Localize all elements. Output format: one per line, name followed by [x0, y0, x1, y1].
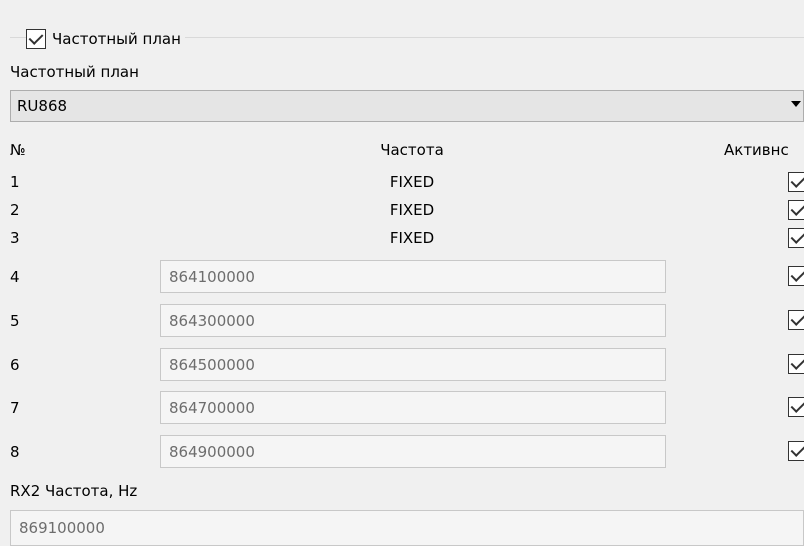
col-header-frequency: Частота — [380, 141, 444, 159]
row-num: 7 — [10, 399, 20, 417]
frequency-input[interactable]: 864300000 — [160, 304, 666, 337]
rx2-label: RX2 Частота, Hz — [10, 482, 138, 500]
rx2-frequency-input[interactable]: 869100000 — [10, 510, 804, 546]
plan-select[interactable]: RU868 — [10, 90, 804, 122]
row-frequency-fixed: FIXED — [389, 173, 435, 191]
row-frequency-fixed: FIXED — [389, 201, 435, 219]
frequency-input[interactable]: 864100000 — [160, 260, 666, 293]
row-active-checkbox[interactable] — [788, 228, 804, 248]
plan-select-value: RU868 — [17, 97, 68, 115]
frequency-plan-group-label: Частотный план — [52, 30, 181, 48]
row-num: 1 — [10, 173, 20, 191]
col-header-active: Активнс — [724, 141, 789, 159]
frequency-input[interactable]: 864500000 — [160, 348, 666, 381]
row-active-checkbox[interactable] — [788, 310, 804, 330]
row-active-checkbox[interactable] — [788, 200, 804, 220]
row-active-checkbox[interactable] — [788, 172, 804, 192]
row-active-checkbox[interactable] — [788, 441, 804, 461]
col-header-num: № — [10, 141, 26, 159]
row-num: 3 — [10, 229, 20, 247]
row-active-checkbox[interactable] — [788, 354, 804, 374]
row-num: 8 — [10, 443, 20, 461]
row-num: 6 — [10, 356, 20, 374]
chevron-down-icon[interactable] — [791, 101, 801, 107]
row-num: 2 — [10, 201, 20, 219]
plan-label: Частотный план — [10, 63, 139, 81]
row-frequency-fixed: FIXED — [389, 229, 435, 247]
row-num: 4 — [10, 268, 20, 286]
frequency-plan-panel: Частотный план Частотный план RU868 № Ча… — [0, 0, 804, 546]
row-num: 5 — [10, 312, 20, 330]
row-active-checkbox[interactable] — [788, 266, 804, 286]
frequency-plan-checkbox[interactable] — [26, 29, 46, 49]
frequency-input[interactable]: 864900000 — [160, 435, 666, 468]
frequency-plan-group-header[interactable]: Частотный план — [26, 26, 185, 52]
row-active-checkbox[interactable] — [788, 397, 804, 417]
frequency-input[interactable]: 864700000 — [160, 391, 666, 424]
